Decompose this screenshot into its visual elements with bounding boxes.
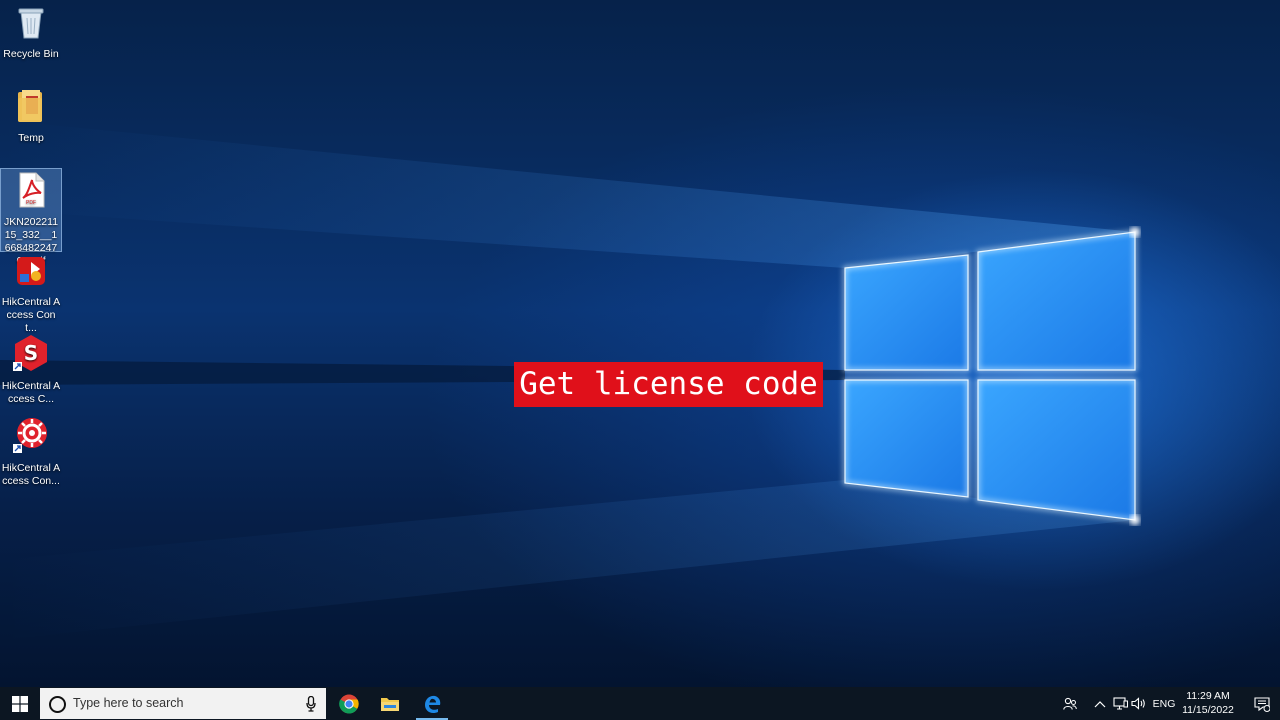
- hikcentral-shortcut-icon: S: [0, 334, 62, 376]
- cortana-search-icon: [49, 696, 66, 713]
- start-button[interactable]: [0, 687, 40, 720]
- folder-icon: [0, 88, 62, 128]
- recycle-bin-icon: [0, 4, 62, 44]
- action-center-button[interactable]: [1244, 687, 1280, 720]
- taskbar-chrome[interactable]: [329, 687, 369, 720]
- people-button[interactable]: [1060, 687, 1080, 720]
- network-button[interactable]: [1111, 687, 1129, 720]
- desktop-icon-temp[interactable]: Temp: [0, 88, 62, 150]
- desktop-icon-label: Recycle Bin: [3, 48, 59, 60]
- microphone-icon[interactable]: [306, 695, 316, 717]
- desktop-icon-hikcentral-service-manager[interactable]: HikCentral Access Con...: [0, 416, 62, 487]
- desktop-icon-hikcentral-access-control[interactable]: HikCentral Access Cont...: [0, 252, 62, 334]
- taskbar-edge[interactable]: [412, 687, 452, 720]
- pdf-file-icon: PDF: [1, 172, 61, 212]
- desktop-icon-label: HikCentral Access Cont...: [1, 296, 61, 334]
- desktop-wallpaper: [0, 0, 1280, 687]
- speaker-icon: [1131, 697, 1145, 710]
- show-hidden-icons-button[interactable]: [1091, 687, 1109, 720]
- clock-time: 11:29 AM: [1186, 690, 1230, 702]
- windows-logo-icon: [12, 695, 28, 712]
- desktop-icon-pdf-file[interactable]: PDF JKN20221115_332__166848224764.pdf: [0, 168, 62, 267]
- desktop-icon-recycle-bin[interactable]: Recycle Bin: [0, 4, 62, 66]
- desktop-icon-label: HikCentral Access C...: [1, 380, 61, 405]
- desktop-icon-label: HikCentral Access Con...: [1, 462, 61, 487]
- desktop-icon-hikcentral-shortcut[interactable]: S HikCentral Access C...: [0, 334, 62, 405]
- svg-text:PDF: PDF: [26, 200, 36, 206]
- svg-text:S: S: [24, 341, 38, 365]
- clock[interactable]: 11:29 AM 11/15/2022: [1176, 689, 1240, 717]
- chrome-icon: [339, 694, 359, 714]
- clock-date: 11/15/2022: [1182, 704, 1234, 716]
- people-icon: [1063, 697, 1077, 710]
- file-explorer-icon: [381, 697, 399, 711]
- taskbar: Type here to search ENG 11:29 AM 11/15/2…: [0, 687, 1280, 720]
- volume-button[interactable]: [1130, 687, 1148, 720]
- notification-icon: [1254, 696, 1270, 712]
- edge-icon: [425, 695, 441, 713]
- hikcentral-access-control-icon: [0, 252, 62, 292]
- taskbar-file-explorer[interactable]: [370, 687, 410, 720]
- desktop-icon-label: Temp: [18, 132, 44, 144]
- search-placeholder: Type here to search: [73, 696, 184, 710]
- search-box[interactable]: Type here to search: [40, 688, 326, 719]
- network-icon: [1112, 697, 1128, 710]
- hikcentral-service-manager-icon: [0, 416, 62, 458]
- chevron-up-icon: [1094, 700, 1106, 707]
- overlay-caption: Get license code: [514, 362, 823, 407]
- input-language[interactable]: ENG: [1151, 687, 1177, 720]
